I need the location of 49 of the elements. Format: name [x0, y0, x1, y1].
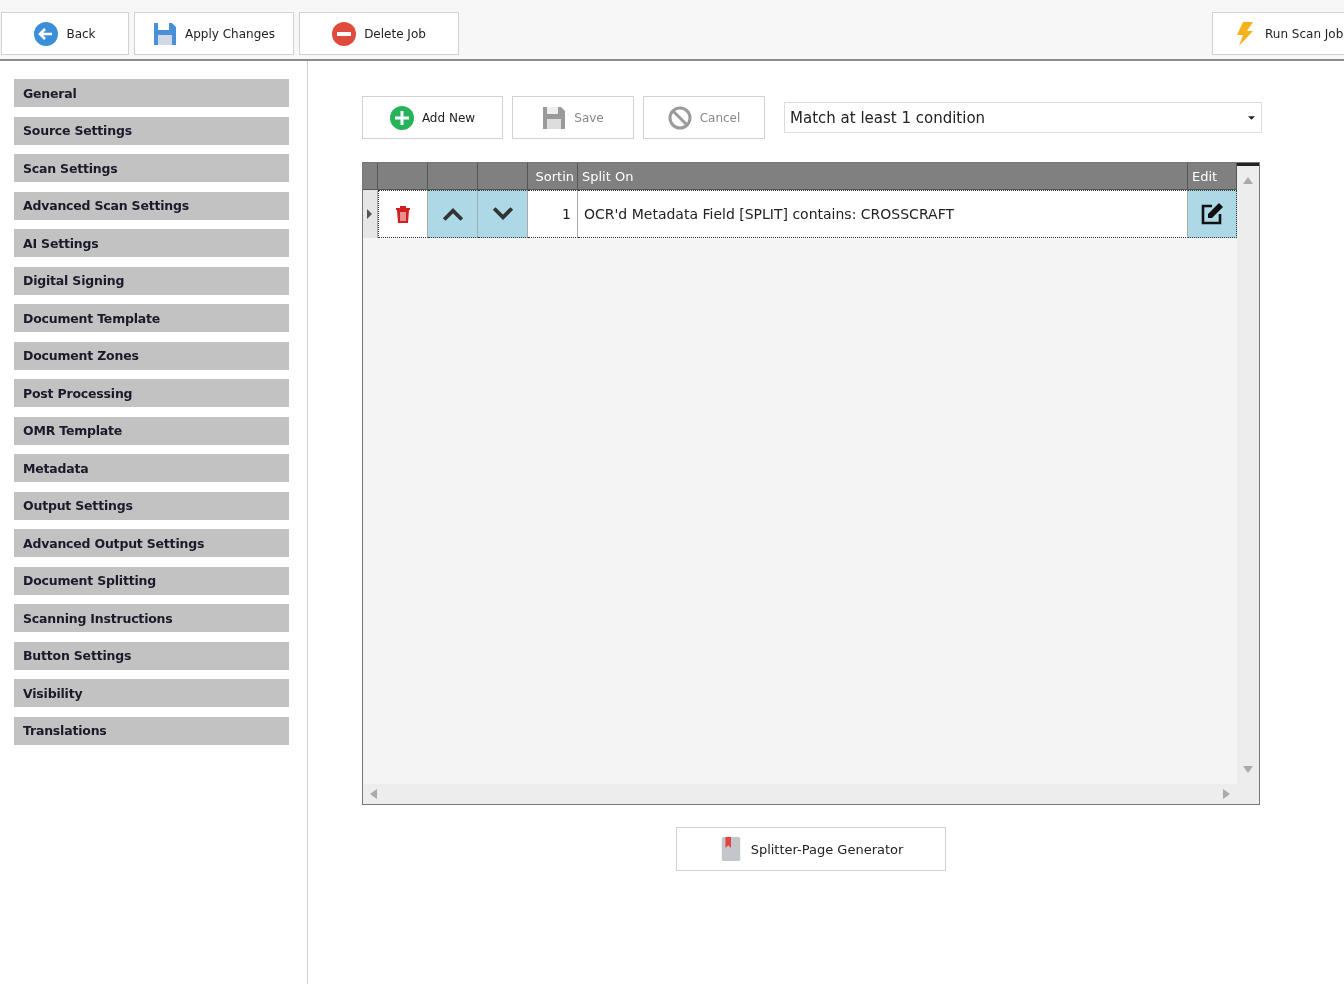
sidebar-item[interactable]: Scanning Instructions	[14, 604, 289, 632]
table-cell: OCR'd Metadata Field [SPLIT] contains: CROSSCRAFT	[578, 190, 1188, 238]
sidebar-item[interactable]: Button Settings	[14, 641, 289, 670]
sidebar-item[interactable]: Advanced Output Settings	[14, 529, 289, 557]
move-down-button[interactable]	[478, 190, 528, 238]
row-header[interactable]	[363, 190, 378, 238]
edit-icon	[1200, 202, 1224, 226]
sidebar-item[interactable]: Digital Signing	[14, 266, 289, 295]
sidebar-item[interactable]: Visibility	[14, 679, 289, 707]
sidebar-item[interactable]: Scan Settings	[14, 154, 289, 182]
sidebar-item[interactable]: Translations	[14, 716, 289, 745]
horizontal-scrollbar[interactable]	[363, 784, 1259, 804]
scroll-right-icon[interactable]	[1223, 789, 1231, 799]
sidebar-item[interactable]: Document Template	[14, 304, 289, 332]
caret-icon	[1248, 115, 1255, 120]
column-header: Split On	[578, 163, 1188, 190]
scroll-down-icon[interactable]	[1243, 766, 1253, 774]
trash-icon[interactable]	[395, 205, 411, 223]
move-up-button[interactable]	[428, 190, 478, 238]
chevron-up-icon	[441, 207, 464, 221]
run-scan-job-button[interactable]: Run Scan Job	[1212, 12, 1344, 55]
sidebar-item[interactable]: General	[14, 79, 289, 107]
sidebar-item[interactable]: OMR Template	[14, 416, 289, 445]
delete-job-button[interactable]: Delete Job	[299, 12, 459, 55]
minus-circle-icon	[332, 21, 357, 46]
match-dropdown[interactable]: Match at least 1 condition	[784, 102, 1262, 133]
table-cell: 1	[528, 190, 578, 238]
column-header: Edit	[1188, 163, 1237, 190]
sidebar-item[interactable]: Document Splitting	[14, 566, 289, 595]
row-pointer-icon	[367, 209, 372, 219]
apply-changes-button[interactable]: Apply Changes	[134, 12, 294, 55]
splitter-page-generator-button[interactable]: Splitter-Page Generator	[676, 827, 946, 871]
scroll-up-icon[interactable]	[1243, 176, 1253, 184]
plus-circle-icon	[389, 105, 414, 130]
sidebar-item[interactable]: AI Settings	[14, 229, 289, 257]
chevron-down-icon	[491, 207, 514, 221]
column-header: Sortin	[528, 163, 578, 190]
vertical-scrollbar[interactable]	[1237, 163, 1259, 784]
sidebar-item[interactable]: Document Zones	[14, 341, 289, 370]
sidebar-item[interactable]: Source Settings	[14, 116, 289, 145]
add-new-button[interactable]: Add New	[362, 96, 503, 139]
sidebar-item[interactable]: Advanced Scan Settings	[14, 191, 289, 220]
sidebar-item[interactable]: Output Settings	[14, 491, 289, 520]
scroll-left-icon[interactable]	[369, 789, 377, 799]
prohibited-icon	[667, 105, 692, 130]
back-button[interactable]: Back	[1, 12, 129, 55]
sidebar-item[interactable]: Metadata	[14, 454, 289, 482]
edit-button[interactable]	[1188, 190, 1237, 238]
sidebar-item[interactable]: Post Processing	[14, 379, 289, 407]
